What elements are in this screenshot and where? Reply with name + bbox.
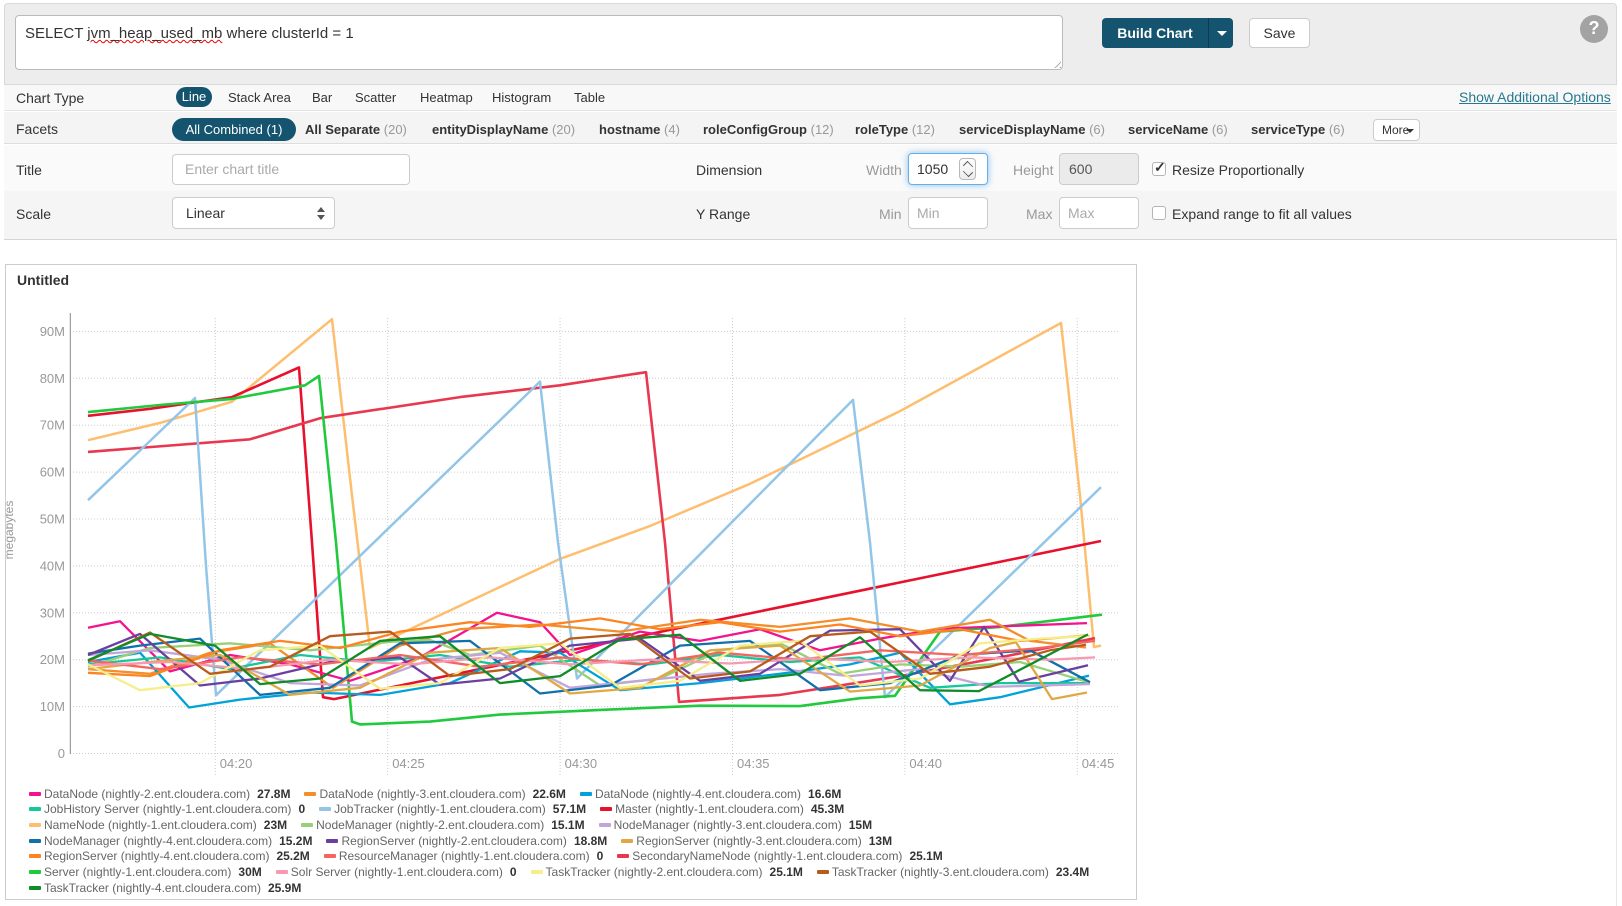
svg-text:04:35: 04:35 <box>737 756 770 771</box>
svg-text:04:40: 04:40 <box>909 756 942 771</box>
svg-text:30M: 30M <box>40 605 65 620</box>
svg-text:40M: 40M <box>40 558 65 573</box>
svg-text:20M: 20M <box>40 652 65 667</box>
svg-text:80M: 80M <box>40 371 65 386</box>
svg-text:04:20: 04:20 <box>220 756 253 771</box>
svg-text:04:30: 04:30 <box>565 756 598 771</box>
svg-text:04:25: 04:25 <box>392 756 425 771</box>
svg-text:60M: 60M <box>40 465 65 480</box>
svg-text:0: 0 <box>58 746 65 761</box>
svg-text:50M: 50M <box>40 512 65 527</box>
svg-text:10M: 10M <box>40 699 65 714</box>
svg-text:90M: 90M <box>40 324 65 339</box>
svg-text:70M: 70M <box>40 418 65 433</box>
svg-text:megabytes: megabytes <box>6 501 16 560</box>
svg-text:04:45: 04:45 <box>1082 756 1115 771</box>
